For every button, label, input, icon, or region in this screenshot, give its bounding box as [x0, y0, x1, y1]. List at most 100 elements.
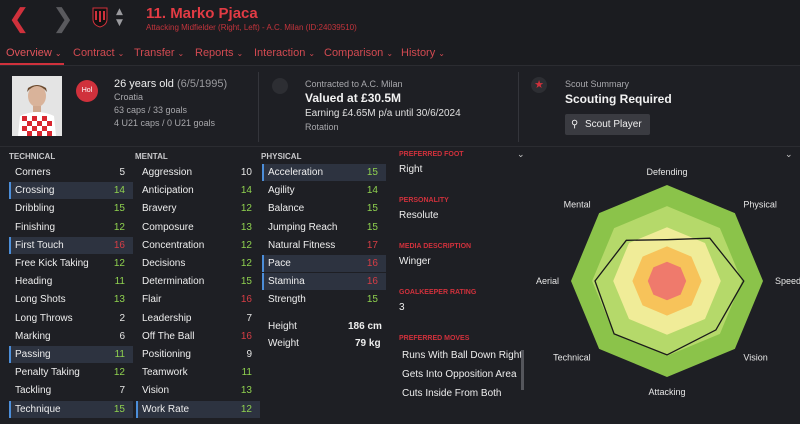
attribute-row[interactable]: Acceleration 15	[262, 164, 386, 181]
attribute-value: 15	[366, 221, 378, 233]
player-subtitle: Attacking Midfielder (Right, Left) - A.C…	[146, 23, 357, 32]
player-value: Valued at £30.5M	[305, 91, 402, 105]
mental-heading: MENTAL	[135, 152, 168, 161]
scout-player-button[interactable]: ⚲ Scout Player	[565, 114, 650, 135]
attribute-row[interactable]: Leadership 7	[136, 310, 260, 327]
back-arrow-icon[interactable]: ❮	[8, 6, 30, 32]
attribute-row[interactable]: Crossing 14	[9, 182, 133, 200]
attribute-value: 13	[240, 221, 252, 233]
preferred-moves-list[interactable]: Runs With Ball Down Right Gets Into Oppo…	[399, 348, 523, 424]
attribute-row[interactable]: Jumping Reach 15	[262, 219, 386, 236]
attribute-value: 16	[366, 276, 378, 288]
attribute-value: 11	[114, 349, 125, 360]
attribute-name: Acceleration	[268, 167, 324, 178]
attribute-row[interactable]: Corners 5	[9, 164, 133, 181]
attribute-row[interactable]: Finishing 12	[9, 219, 133, 236]
chevron-up-icon[interactable]: ▲	[116, 7, 123, 17]
tab-history[interactable]: History ⌄	[401, 47, 445, 59]
attribute-value: 15	[113, 203, 125, 215]
divider	[0, 146, 800, 147]
attribute-row[interactable]: Off The Ball 16	[136, 328, 260, 345]
player-nation: Croatia	[114, 92, 144, 102]
attribute-row[interactable]: Teamwork 11	[136, 364, 260, 381]
attribute-row[interactable]: Agility 14	[262, 182, 386, 199]
attribute-row[interactable]: Balance 15	[262, 200, 386, 217]
attribute-row[interactable]: Decisions 12	[136, 255, 260, 272]
attribute-name: Leadership	[142, 312, 192, 324]
weight-value: 79 kg	[355, 338, 381, 349]
forward-arrow-icon[interactable]: ❯	[52, 6, 74, 32]
attribute-row[interactable]: Stamina 16	[262, 273, 386, 291]
attribute-row[interactable]: Free Kick Taking 12	[9, 255, 133, 272]
tab-contract[interactable]: Contract ⌄	[73, 47, 124, 59]
attribute-name: Marking	[15, 330, 51, 342]
attribute-row[interactable]: Concentration 12	[136, 237, 260, 254]
attribute-row[interactable]: Penalty Taking 12	[9, 364, 133, 381]
attribute-row[interactable]: Positioning 9	[136, 346, 260, 363]
attribute-value: 6	[119, 330, 125, 342]
attribute-value: 15	[366, 294, 378, 306]
attribute-row[interactable]: Marking 6	[9, 328, 133, 345]
attribute-row[interactable]: Work Rate 12	[136, 400, 260, 418]
height-value: 186 cm	[348, 321, 382, 332]
attribute-row[interactable]: Passing 11	[9, 346, 133, 363]
chevron-down-icon[interactable]: ⌄	[517, 150, 525, 160]
attribute-value: 12	[113, 367, 125, 379]
attribute-row[interactable]: Flair 16	[136, 291, 260, 308]
attribute-row[interactable]: Heading 11	[9, 273, 133, 290]
physical-heading: PHYSICAL	[261, 152, 302, 161]
attribute-name: Strength	[268, 294, 306, 306]
attribute-value: 16	[240, 330, 252, 342]
attribute-row[interactable]: Long Throws 2	[9, 310, 133, 327]
attribute-value: 16	[366, 258, 378, 269]
attribute-row[interactable]: Dribbling 15	[9, 200, 133, 217]
attribute-row[interactable]: Vision 13	[136, 382, 260, 399]
chevron-down-icon[interactable]: ▼	[116, 18, 123, 28]
list-item: Gets Into Opposition Area	[402, 369, 517, 380]
divider	[258, 72, 259, 142]
attribute-row[interactable]: Natural Fitness 17	[262, 237, 386, 254]
scrollbar[interactable]	[521, 350, 524, 390]
attribute-row[interactable]: Bravery 12	[136, 200, 260, 217]
dob-text: (6/5/1995)	[177, 78, 228, 90]
height-label: Height	[268, 321, 297, 332]
attribute-name: Dribbling	[15, 203, 55, 215]
attribute-row[interactable]: First Touch 16	[9, 236, 133, 254]
tab-interaction[interactable]: Interaction ⌄	[254, 47, 315, 59]
attribute-value: 14	[113, 185, 125, 197]
attribute-row[interactable]: Tackling 7	[9, 382, 133, 399]
attribute-value: 12	[113, 221, 125, 233]
attribute-name: Determination	[142, 276, 205, 288]
attribute-name: Stamina	[268, 276, 305, 288]
attribute-value: 13	[240, 385, 252, 397]
attribute-row[interactable]: Strength 15	[262, 291, 386, 308]
attribute-row[interactable]: Technique 15	[9, 400, 133, 418]
attribute-value: 14	[240, 185, 252, 197]
attribute-name: Tackling	[15, 385, 52, 397]
attribute-name: Agility	[268, 185, 295, 197]
list-item: Runs With Ball Down Right	[402, 350, 523, 361]
tab-comparison[interactable]: Comparison ⌄	[324, 47, 393, 59]
attribute-row[interactable]: Composure 13	[136, 219, 260, 236]
tab-transfer[interactable]: Transfer ⌄	[134, 47, 184, 59]
club-icon	[272, 78, 288, 94]
attribute-row[interactable]: Anticipation 14	[136, 182, 260, 199]
attribute-name: Jumping Reach	[268, 221, 338, 233]
tab-reports[interactable]: Reports ⌄	[195, 47, 243, 59]
attribute-row[interactable]: Pace 16	[262, 255, 386, 272]
attribute-value: 5	[119, 167, 125, 178]
attribute-name: Flair	[142, 294, 162, 306]
chevron-down-icon[interactable]: ⌄	[785, 150, 793, 160]
squad-status: Rotation	[305, 122, 339, 132]
scout-button-label: Scout Player	[585, 119, 642, 130]
attribute-name: Heading	[15, 276, 53, 288]
attribute-name: Long Throws	[15, 312, 73, 324]
tab-overview[interactable]: Overview ⌄	[6, 47, 62, 59]
attribute-name: Positioning	[142, 349, 191, 360]
attribute-value: 12	[113, 258, 125, 269]
attribute-row[interactable]: Determination 15	[136, 273, 260, 290]
attribute-row[interactable]: Long Shots 13	[9, 291, 133, 308]
attribute-row[interactable]: Aggression 10	[136, 164, 260, 181]
attribute-name: Natural Fitness	[268, 239, 336, 251]
radar-label: Defending	[646, 167, 687, 177]
